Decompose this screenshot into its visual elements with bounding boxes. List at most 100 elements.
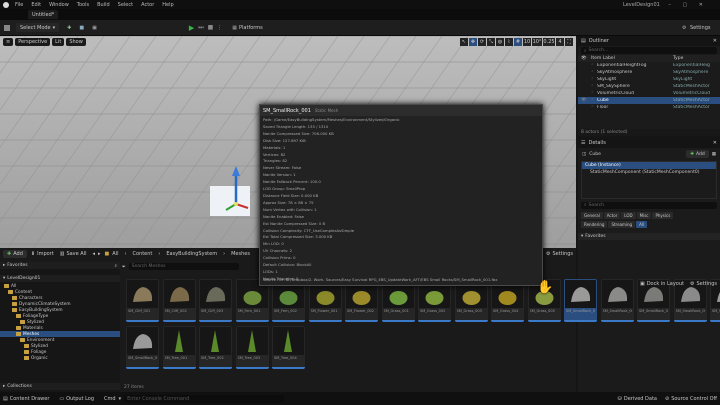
filter-tab-actor[interactable]: Actor: [603, 212, 621, 219]
save-all-button[interactable]: Save All: [66, 251, 86, 257]
toolbar-settings-label[interactable]: Settings: [690, 25, 711, 31]
asset-tile[interactable]: SM_Cliff_002: [162, 279, 196, 322]
platforms-icon[interactable]: ▦: [232, 25, 237, 31]
unreal-logo-icon[interactable]: [3, 1, 9, 8]
favorites-section[interactable]: ▾ Favorites: [578, 233, 720, 240]
menu-build[interactable]: Build: [97, 2, 110, 8]
outliner-search-input[interactable]: ⌕ Search...: [581, 47, 717, 54]
show-button[interactable]: Show: [66, 38, 86, 46]
menu-tools[interactable]: Tools: [77, 2, 89, 8]
derived-data-icon[interactable]: ⛁: [618, 396, 622, 402]
breadcrumb-all[interactable]: All: [112, 251, 118, 257]
grid-snap-value[interactable]: 10: [523, 38, 531, 46]
stop-icon[interactable]: ■: [208, 24, 214, 31]
camera-speed-value[interactable]: 4: [556, 38, 564, 46]
settings-icon[interactable]: ⚙: [690, 281, 694, 287]
nav-forward-icon[interactable]: ▸: [98, 251, 101, 257]
select-mode-dropdown[interactable]: Select Mode ▾: [16, 23, 60, 32]
add-actor-icon[interactable]: ✚: [67, 25, 71, 31]
scale-icon[interactable]: ⤡: [487, 38, 495, 46]
content-drawer-button[interactable]: Content Drawer: [10, 396, 50, 402]
asset-tile[interactable]: SM_Tree_003: [235, 326, 269, 369]
outliner-row[interactable]: ◦ SkyLight SkyLight: [578, 76, 720, 83]
add-component-button[interactable]: ✚ Add: [686, 150, 709, 158]
filter-tab-rendering[interactable]: Rendering: [581, 221, 608, 228]
breadcrumb-ebs[interactable]: EasyBuildingSystem: [166, 251, 217, 257]
cmd-dropdown[interactable]: Cmd: [104, 396, 116, 402]
outliner-row[interactable]: ◦ VolumetricCloud VolumetricCloud: [578, 90, 720, 97]
cinematics-icon[interactable]: ▣: [92, 25, 97, 31]
component-instance-row[interactable]: Cube (Instance): [582, 162, 716, 169]
close-icon[interactable]: ✕: [713, 140, 717, 146]
perspective-button[interactable]: Perspective: [15, 38, 51, 46]
outliner-row[interactable]: 👁 ◦ Cube StaticMeshActor: [578, 97, 720, 104]
filter-tab-general[interactable]: General: [581, 212, 603, 219]
console-input[interactable]: Enter Console Command: [124, 394, 285, 403]
filter-tab-misc[interactable]: Misc: [636, 212, 652, 219]
filter-icon[interactable]: ⏷: [122, 264, 126, 270]
select-transform-icon[interactable]: ↖: [460, 38, 468, 46]
blueprint-icon[interactable]: ▦: [712, 152, 716, 157]
import-button[interactable]: Import: [37, 251, 54, 257]
level-tab[interactable]: Untitled*: [28, 10, 59, 19]
output-log-icon[interactable]: ▭: [59, 396, 64, 402]
settings-icon[interactable]: ⚙: [682, 25, 686, 31]
outliner-row[interactable]: ◦ Floor StaticMeshActor: [578, 104, 720, 111]
column-item-label[interactable]: Item Label: [591, 56, 673, 61]
folder-tree-item[interactable]: Organic: [0, 355, 120, 361]
filter-tab-physics[interactable]: Physics: [652, 212, 674, 219]
menu-help[interactable]: Help: [162, 2, 173, 8]
asset-tile[interactable]: SM_Tree_001: [162, 326, 196, 369]
maximize-viewport-icon[interactable]: ⛶: [565, 38, 573, 46]
asset-search-input[interactable]: Search Meshes: [128, 263, 239, 270]
surface-snap-icon[interactable]: ⌇: [505, 38, 513, 46]
source-control-icon[interactable]: ⊘: [665, 396, 669, 402]
breadcrumb-content[interactable]: Content: [132, 251, 152, 257]
component-static-mesh-row[interactable]: StaticMeshComponent (StaticMeshComponent…: [582, 169, 716, 176]
play-icon[interactable]: ▶: [189, 24, 194, 32]
dock-in-layout-button[interactable]: Dock in Layout: [647, 281, 684, 287]
asset-tile[interactable]: SM_Tree_002: [199, 326, 232, 369]
visibility-icon[interactable]: 👁: [581, 98, 591, 103]
menu-actor[interactable]: Actor: [141, 2, 154, 8]
step-icon[interactable]: ⏭: [198, 24, 203, 32]
derived-data-button[interactable]: Derived Data: [624, 396, 657, 402]
rotate-icon[interactable]: ⟳: [478, 38, 486, 46]
search-icon[interactable]: ⌕: [114, 263, 117, 269]
column-type[interactable]: Type: [673, 56, 683, 61]
window-controls[interactable]: – ▢ ✕: [668, 2, 708, 8]
play-options-icon[interactable]: ⋮: [217, 25, 222, 31]
grid-snap-icon[interactable]: #: [514, 38, 522, 46]
details-settings-button[interactable]: Settings: [696, 281, 717, 287]
asset-tile[interactable]: SM_Tree_004: [272, 326, 305, 369]
asset-tile[interactable]: SM_Cliff_003: [199, 279, 232, 322]
content-drawer-icon[interactable]: ▤: [3, 396, 8, 402]
save-icon[interactable]: [4, 24, 10, 31]
menu-window[interactable]: Window: [49, 2, 69, 8]
asset-tile[interactable]: SM_SmallRock_006: [126, 326, 159, 369]
save-all-icon[interactable]: ▥: [60, 251, 65, 257]
outliner-row[interactable]: ◦ SkyAtmosphere SkyAtmosphere: [578, 69, 720, 76]
breadcrumb-meshes[interactable]: Meshes: [231, 251, 250, 257]
settings-icon[interactable]: ⚙: [546, 251, 550, 257]
menu-file[interactable]: File: [15, 2, 23, 8]
collections-header[interactable]: ▸ Collections: [0, 383, 120, 390]
close-icon[interactable]: ✕: [713, 38, 717, 44]
filter-tab-streaming[interactable]: Streaming: [608, 221, 636, 228]
nav-back-icon[interactable]: ◂: [93, 251, 96, 257]
outliner-row[interactable]: ◦ SM_SkySphere StaticMeshActor: [578, 83, 720, 90]
scale-snap-value[interactable]: 0.25: [543, 38, 555, 46]
move-icon[interactable]: ✥: [469, 38, 477, 46]
platforms-label[interactable]: Platforms: [239, 25, 263, 31]
viewport-options-button[interactable]: ≡: [3, 38, 14, 46]
filter-tab-all[interactable]: All: [636, 221, 648, 228]
blueprint-icon[interactable]: ■: [79, 25, 84, 31]
dock-icon[interactable]: ▣: [640, 281, 645, 287]
cb-settings-button[interactable]: Settings: [552, 251, 573, 257]
source-control-button[interactable]: Source Control Off: [671, 396, 717, 402]
lit-button[interactable]: Lit: [52, 38, 65, 46]
filter-tab-lod[interactable]: LOD: [621, 212, 636, 219]
rotation-snap-value[interactable]: 10°: [532, 38, 542, 46]
favorites-header[interactable]: ▸ Favorites ⌕: [0, 262, 120, 269]
import-icon[interactable]: ⬇: [31, 251, 35, 257]
